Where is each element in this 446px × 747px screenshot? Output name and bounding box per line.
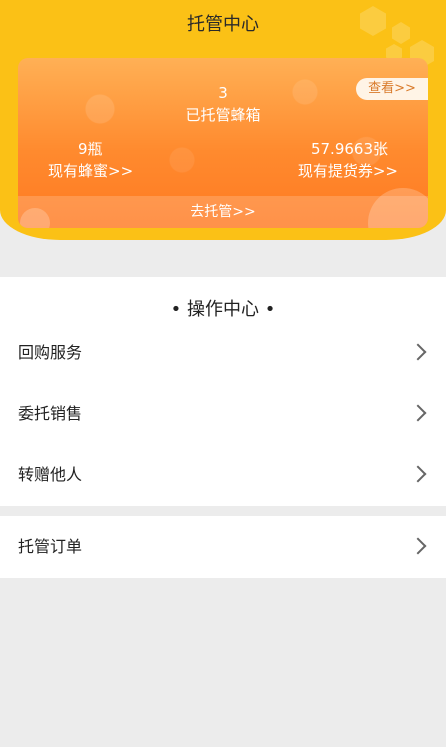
buyback-service-item[interactable]: 回购服务 — [0, 322, 446, 385]
hive-count: 3 — [218, 84, 228, 102]
honey-link[interactable]: 现有蜂蜜>> — [48, 160, 133, 181]
header-banner: 托管中心 查看>> 3 已托管蜂箱 9瓶 现有蜂蜜>> 57.9663张 现有提… — [0, 0, 446, 240]
consignment-sale-item[interactable]: 委托销售 — [0, 383, 446, 446]
menu-item-label: 托管订单 — [18, 537, 83, 556]
menu-item-label: 委托销售 — [18, 404, 83, 423]
voucher-value: 57.9663张 — [310, 140, 388, 158]
hosting-orders-item[interactable]: 托管订单 — [0, 516, 446, 578]
menu-item-label: 转赠他人 — [18, 465, 83, 484]
operations-title: • 操作中心 • — [170, 299, 276, 320]
page-title: 托管中心 — [187, 14, 259, 35]
chevron-right-icon — [409, 537, 427, 555]
menu-item-label: 回购服务 — [18, 343, 83, 362]
chevron-right-icon — [409, 404, 427, 422]
gift-transfer-item[interactable]: 转赠他人 — [0, 444, 446, 506]
honey-value: 9瓶 — [78, 140, 103, 158]
operations-panel: • 操作中心 • 回购服务 委托销售 转赠他人 — [0, 277, 446, 506]
voucher-link[interactable]: 现有提货券>> — [298, 160, 398, 181]
hive-label: 已托管蜂箱 — [185, 106, 261, 124]
chevron-right-icon — [409, 465, 427, 483]
go-host-button[interactable]: 去托管>> — [18, 196, 428, 228]
chevron-right-icon — [409, 343, 427, 361]
hosting-summary-card: 查看>> 3 已托管蜂箱 9瓶 现有蜂蜜>> 57.9663张 现有提货券>> … — [18, 58, 428, 228]
